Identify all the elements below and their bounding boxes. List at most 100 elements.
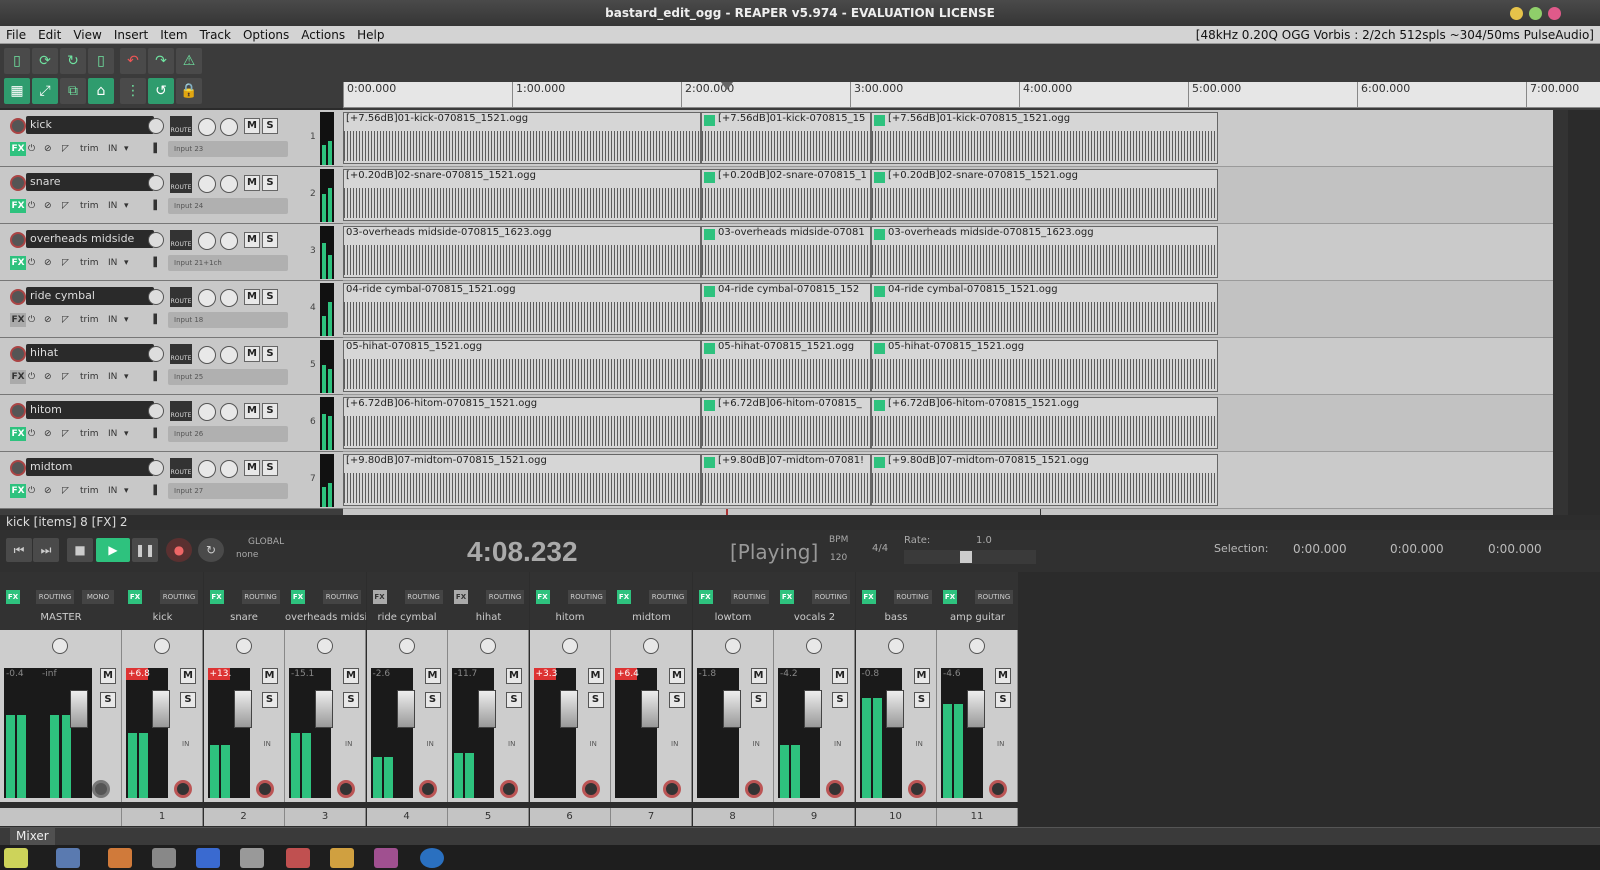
mute-button[interactable]: M	[244, 175, 260, 191]
mute-button[interactable]: M	[244, 460, 260, 476]
media-item[interactable]: [+6.72dB]06-hitom-070815_	[701, 397, 871, 449]
fx-button[interactable]: FX	[10, 370, 26, 384]
chevron-down-icon[interactable]: ▾	[124, 484, 129, 498]
input-select[interactable]: Input 24	[168, 198, 288, 214]
solo-button[interactable]: S	[261, 692, 278, 708]
solo-button[interactable]: S	[262, 403, 278, 419]
track-name[interactable]: kick	[26, 116, 154, 134]
solo-button[interactable]: S	[262, 289, 278, 305]
routing-button[interactable]: ROUTING	[241, 590, 280, 604]
chevron-down-icon[interactable]: ▾	[124, 142, 129, 156]
menu-track[interactable]: Track	[194, 26, 237, 44]
settings-gear-icon[interactable]	[92, 780, 110, 798]
input-monitor-label[interactable]: IN	[508, 740, 515, 748]
project-settings-icon[interactable]: ▯	[88, 48, 114, 74]
routing-button[interactable]: ROUTING	[812, 590, 850, 604]
pan-knob[interactable]	[806, 638, 822, 654]
ripple-edit-icon[interactable]: ⤢	[32, 78, 58, 104]
track-lane[interactable]: [+7.56dB]01-kick-070815_1521.ogg [+7.56dB…	[343, 110, 1553, 167]
chevron-down-icon[interactable]: ▾	[124, 256, 129, 270]
width-knob[interactable]	[220, 460, 238, 478]
input-monitor-label[interactable]: IN	[108, 256, 117, 270]
chevron-down-icon[interactable]: ▾	[124, 199, 129, 213]
media-item[interactable]: [+6.72dB]06-hitom-070815_1521.ogg	[343, 397, 701, 449]
fx-button[interactable]: FX	[943, 590, 957, 604]
track-lane[interactable]: 03-overheads midside-070815_1623.ogg 03-o…	[343, 224, 1553, 281]
pan-knob[interactable]	[398, 638, 415, 654]
media-item[interactable]: 03-overheads midside-070815_1623.ogg	[343, 226, 701, 278]
mute-button[interactable]: M	[244, 403, 260, 419]
width-knob[interactable]	[220, 346, 238, 364]
route-button[interactable]: ROUTE	[170, 458, 192, 478]
envelope-icon[interactable]: ⌂	[88, 78, 114, 104]
solo-button[interactable]: S	[587, 692, 604, 708]
media-item[interactable]: [+6.72dB]06-hitom-070815_1521.ogg	[871, 397, 1218, 449]
strip-name[interactable]: ride cymbal	[367, 612, 448, 623]
envelope-icon[interactable]: ◸	[62, 484, 69, 498]
media-item[interactable]: 03-overheads midside-07081	[701, 226, 871, 278]
metronome-icon[interactable]: ⚠	[176, 48, 202, 74]
routing-button[interactable]: ROUTING	[160, 590, 198, 604]
save-project-icon[interactable]: ↻	[60, 48, 86, 74]
pan-knob[interactable]	[643, 638, 659, 654]
app-icon[interactable]	[196, 848, 220, 868]
app-icon[interactable]	[4, 848, 28, 868]
fx-button[interactable]: FX	[454, 590, 468, 604]
volume-fader[interactable]	[559, 690, 578, 728]
mute-button[interactable]: M	[669, 668, 685, 684]
pan-knob[interactable]	[317, 638, 333, 654]
width-knob[interactable]	[220, 232, 238, 250]
midi-icon[interactable]: ▐	[150, 256, 157, 270]
item-fx-icon[interactable]	[704, 400, 715, 411]
record-arm-button[interactable]	[337, 780, 355, 798]
track-header[interactable]: overheads midside ROUTE M S FX ⏻ ⊘ ◸ trim IN ▾ ▐ Inp…	[0, 224, 343, 281]
media-item[interactable]: 05-hihat-070815_1521.ogg	[701, 340, 871, 392]
fx-button[interactable]: FX	[10, 142, 26, 156]
solo-button[interactable]: S	[100, 692, 116, 708]
media-item[interactable]: 05-hihat-070815_1521.ogg	[343, 340, 701, 392]
item-fx-icon[interactable]	[874, 115, 885, 126]
midi-icon[interactable]: ▐	[150, 427, 157, 441]
envelope-icon[interactable]: ◸	[62, 142, 69, 156]
volume-knob[interactable]	[148, 403, 164, 419]
record-arm-button[interactable]	[174, 780, 192, 798]
track-name[interactable]: midtom	[26, 458, 154, 476]
app-icon[interactable]	[240, 848, 264, 868]
track-lane[interactable]: 04-ride cymbal-070815_1521.ogg 04-ride cy…	[343, 281, 1553, 338]
media-item[interactable]: [+9.80dB]07-midtom-07081!	[701, 454, 871, 506]
fx-button[interactable]: FX	[6, 590, 20, 604]
strip-name[interactable]: overheads midsi	[285, 612, 366, 623]
volume-knob[interactable]	[148, 460, 164, 476]
selection-start[interactable]: 0:00.000	[1293, 542, 1347, 556]
width-knob[interactable]	[220, 289, 238, 307]
menu-item[interactable]: Item	[154, 26, 193, 44]
fx-button[interactable]: FX	[535, 590, 550, 604]
input-select[interactable]: Input 23	[168, 141, 288, 157]
item-fx-icon[interactable]	[704, 343, 715, 354]
lock-icon[interactable]: 🔒	[176, 78, 202, 104]
route-button[interactable]: ROUTE	[170, 230, 192, 250]
route-button[interactable]: ROUTE	[170, 344, 192, 364]
loop-icon[interactable]: ↺	[148, 78, 174, 104]
record-arm-button[interactable]	[10, 346, 26, 362]
item-fx-icon[interactable]	[874, 172, 885, 183]
volume-fader[interactable]	[315, 690, 333, 728]
item-fx-icon[interactable]	[704, 115, 715, 126]
midi-icon[interactable]: ▐	[150, 199, 157, 213]
input-monitor-label[interactable]: IN	[108, 370, 117, 384]
fx-bypass-icon[interactable]: ⏻	[28, 370, 35, 384]
input-monitor-label[interactable]: IN	[590, 740, 597, 748]
chevron-down-icon[interactable]: ▾	[124, 313, 129, 327]
pause-icon[interactable]: ❚❚	[132, 538, 158, 562]
pan-knob[interactable]	[198, 346, 216, 364]
midi-icon[interactable]: ▐	[150, 370, 157, 384]
redo-icon[interactable]: ↷	[148, 48, 174, 74]
input-monitor-label[interactable]: IN	[834, 740, 841, 748]
input-monitor-label[interactable]: IN	[182, 740, 189, 748]
menu-actions[interactable]: Actions	[295, 26, 351, 44]
strip-name[interactable]: vocals 2	[774, 612, 855, 623]
routing-button[interactable]: ROUTING	[404, 590, 443, 604]
record-icon[interactable]: ●	[166, 538, 192, 562]
pan-knob[interactable]	[198, 118, 216, 136]
mute-button[interactable]: M	[244, 346, 260, 362]
